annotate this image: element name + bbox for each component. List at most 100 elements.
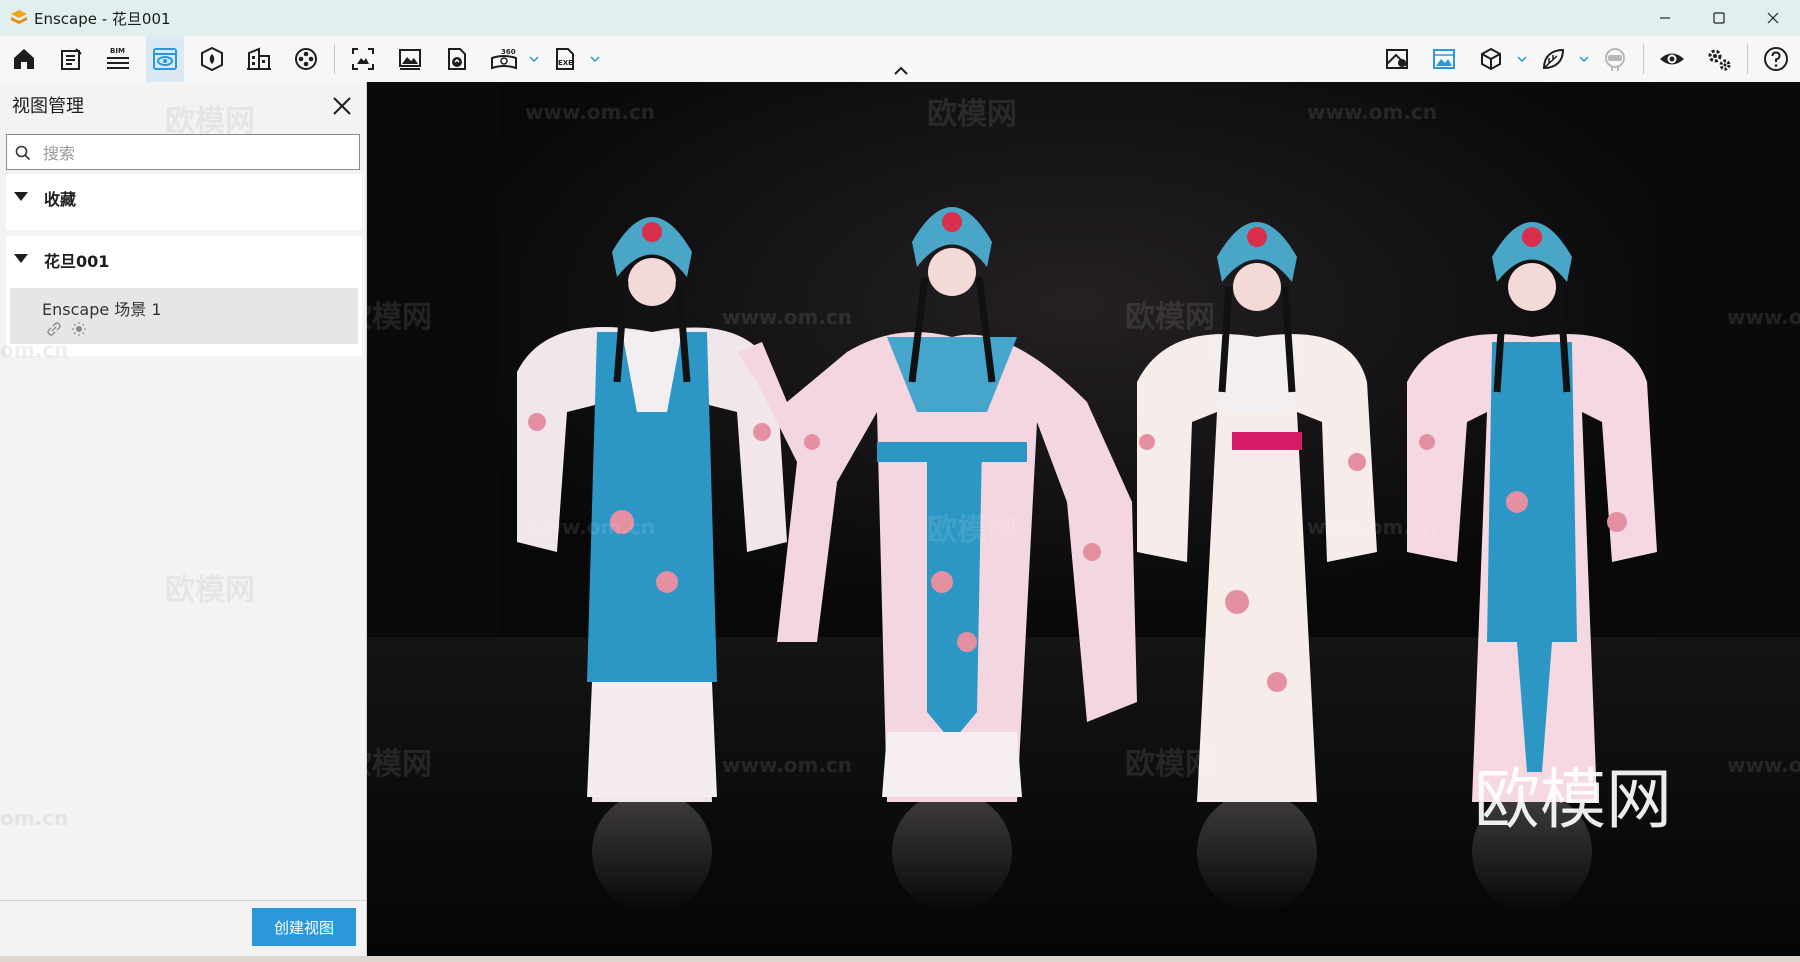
settings-button[interactable]: [1700, 41, 1738, 77]
home-button[interactable]: [5, 41, 43, 77]
material-leaf-icon: [1542, 48, 1565, 70]
bim-icon: BIM: [107, 47, 129, 69]
chevron-down-icon: [590, 56, 600, 62]
watermark-url: www.om.cn: [525, 515, 655, 539]
watermark-partial: www.o: [1727, 753, 1800, 777]
link-icon: [47, 322, 61, 336]
toolbar-separator: [1643, 44, 1644, 74]
visual-settings-eye-icon: [1660, 53, 1684, 65]
project-notes-icon: [61, 48, 82, 70]
chevron-down-icon: [1517, 56, 1527, 62]
project-section-header[interactable]: 花旦001: [6, 236, 362, 282]
cube-button[interactable]: [1472, 41, 1510, 77]
title-bar: Enscape - 花旦001: [0, 0, 1800, 36]
asset-library-icon: [201, 46, 223, 72]
image-button[interactable]: [391, 41, 429, 77]
close-icon: [333, 97, 351, 115]
watermark-brand: 欧模网: [1125, 300, 1215, 335]
watermark-partial: www.o: [1727, 305, 1800, 329]
image-icon: [399, 49, 421, 70]
close-panel-button[interactable]: [330, 94, 354, 118]
collapse-toolbar-handle[interactable]: [893, 64, 909, 78]
video-button[interactable]: [287, 41, 325, 77]
create-view-button[interactable]: 创建视图: [252, 908, 356, 946]
watermark-brand: 欧模网: [367, 747, 432, 782]
map-icon: [1386, 49, 1408, 69]
favorites-section-header[interactable]: 收藏: [6, 174, 362, 220]
map-button[interactable]: [1378, 41, 1416, 77]
watermark-url: www.om.cn: [722, 305, 852, 329]
bim-label: BIM: [110, 47, 125, 55]
watermark-url: www.om.cn: [525, 100, 655, 124]
enscape-logo-icon: [11, 10, 27, 24]
360-panorama-icon: 360: [491, 48, 517, 70]
bim-button[interactable]: BIM: [99, 41, 137, 77]
watermark-brand: 欧模网: [927, 97, 1017, 132]
chevron-up-icon: [894, 66, 908, 75]
panorama-button[interactable]: 360: [485, 41, 523, 77]
panel-footer-divider: [0, 900, 366, 901]
watermark-url: www.om.cn: [722, 753, 852, 777]
asset-library-button[interactable]: [193, 41, 231, 77]
settings-gear-icon: [1708, 49, 1731, 71]
watermark-url: www.om.cn: [1307, 100, 1437, 124]
watermark-url: www.om.cn: [1307, 515, 1437, 539]
minimize-button[interactable]: [1638, 0, 1692, 36]
upload-button[interactable]: [438, 41, 476, 77]
help-button[interactable]: [1757, 41, 1795, 77]
watermark-brand-large: 欧模网: [1474, 761, 1672, 838]
building-icon: [247, 47, 271, 70]
upload-icon: [448, 48, 466, 70]
home-icon: [14, 49, 34, 69]
sidebar-watermark-brand: 欧模网: [165, 104, 255, 139]
maximize-button[interactable]: [1692, 0, 1746, 36]
favorites-label: 收藏: [44, 190, 77, 209]
scene-render: www.om.cn 欧模网 www.om.cn 欧模网 www.om.cn 欧模…: [367, 82, 1800, 956]
project-label: 花旦001: [44, 252, 110, 271]
views-button[interactable]: [146, 36, 184, 82]
maximize-icon: [1713, 12, 1725, 24]
caret-down-icon: [14, 254, 28, 263]
panel-title: 视图管理: [12, 96, 84, 117]
caret-down-icon: [14, 192, 28, 201]
search-icon: [15, 145, 31, 161]
cube-icon: [1481, 47, 1501, 71]
exe-label: EXE: [558, 59, 573, 67]
sidebar-watermark-url: om.cn: [0, 338, 69, 362]
close-icon: [1767, 12, 1779, 24]
search-input[interactable]: [41, 139, 345, 167]
video-reel-icon: [295, 48, 317, 70]
material-button[interactable]: [1534, 41, 1572, 77]
screenshot-button[interactable]: [344, 41, 382, 77]
screenshot-icon: [352, 48, 374, 70]
bottom-edge: [0, 956, 1800, 962]
vr-headset-button[interactable]: [1596, 41, 1634, 77]
list-item-view[interactable]: Enscape 场景 1: [10, 288, 358, 344]
window-title: Enscape - 花旦001: [34, 9, 171, 28]
material-dropdown[interactable]: [1577, 48, 1591, 70]
project-notes-button[interactable]: [52, 41, 90, 77]
watermark-brand: 欧模网: [1125, 747, 1215, 782]
help-icon: [1764, 47, 1788, 71]
exe-export-button[interactable]: EXE: [546, 41, 584, 77]
close-window-button[interactable]: [1746, 0, 1800, 36]
chevron-down-icon: [529, 56, 539, 62]
sidebar-watermark-url: om.cn: [0, 806, 69, 830]
vr-headset-icon: [1605, 48, 1625, 71]
panorama-dropdown[interactable]: [527, 48, 541, 70]
watermark-brand: 欧模网: [367, 300, 432, 335]
sun-icon: [72, 322, 86, 336]
sky-image-icon: [1433, 49, 1455, 69]
toolbar-separator: [1747, 44, 1748, 74]
toolbar-separator: [334, 44, 335, 74]
exe-dropdown[interactable]: [588, 48, 602, 70]
360-label: 360: [501, 48, 516, 56]
visual-settings-button[interactable]: [1653, 41, 1691, 77]
building-button[interactable]: [240, 41, 278, 77]
sky-image-button[interactable]: [1425, 41, 1463, 77]
render-viewport[interactable]: www.om.cn 欧模网 www.om.cn 欧模网 www.om.cn 欧模…: [367, 82, 1800, 956]
view-name: Enscape 场景 1: [42, 300, 162, 319]
cube-dropdown[interactable]: [1515, 48, 1529, 70]
watermark-brand: 欧模网: [927, 513, 1017, 548]
views-eye-icon: [153, 48, 177, 70]
